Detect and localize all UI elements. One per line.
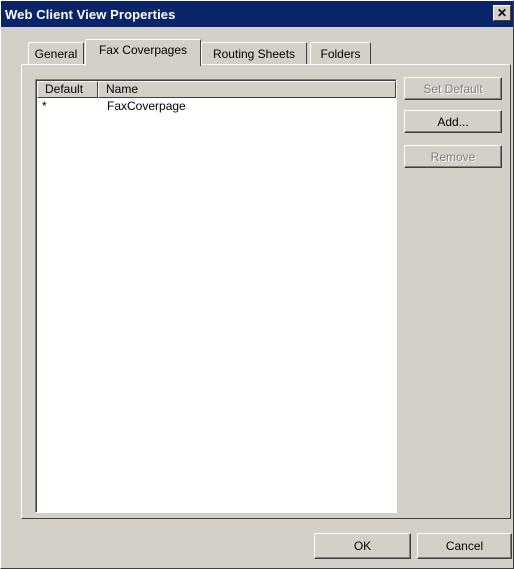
- title-bar[interactable]: Web Client View Properties ✕: [1, 1, 513, 27]
- tab-general[interactable]: General: [28, 42, 84, 64]
- column-header-default[interactable]: Default: [37, 81, 98, 98]
- close-icon: ✕: [496, 6, 508, 20]
- tab-label: Routing Sheets: [212, 46, 296, 61]
- tab-routing-sheets[interactable]: Routing Sheets: [201, 42, 307, 64]
- column-header-name[interactable]: Name: [98, 81, 396, 98]
- add-button[interactable]: Add...: [404, 110, 502, 133]
- list-header: Default Name: [37, 81, 396, 98]
- window-title: Web Client View Properties: [5, 6, 176, 22]
- tab-folders[interactable]: Folders: [310, 42, 371, 64]
- default-marker: *: [42, 99, 47, 113]
- list-item[interactable]: * FaxCoverpage: [37, 98, 396, 114]
- cancel-button[interactable]: Cancel: [417, 533, 512, 559]
- remove-button[interactable]: Remove: [404, 145, 502, 168]
- list-frame: Default Name * FaxCoverpage: [36, 80, 396, 512]
- coverpage-name: FaxCoverpage: [107, 99, 186, 113]
- set-default-button[interactable]: Set Default: [404, 77, 502, 100]
- tab-label: Fax Coverpages: [98, 43, 188, 57]
- tab-fax-coverpages[interactable]: Fax Coverpages: [85, 39, 201, 66]
- properties-dialog: Web Client View Properties ✕ General Fax…: [0, 0, 514, 569]
- coverpage-list[interactable]: Default Name * FaxCoverpage: [35, 79, 397, 513]
- ok-button[interactable]: OK: [314, 533, 411, 559]
- close-button[interactable]: ✕: [493, 5, 511, 21]
- tab-label: General: [34, 46, 78, 61]
- tab-label: Folders: [320, 46, 361, 61]
- fax-coverpages-panel: Default Name * FaxCoverpage Set Default …: [21, 64, 511, 519]
